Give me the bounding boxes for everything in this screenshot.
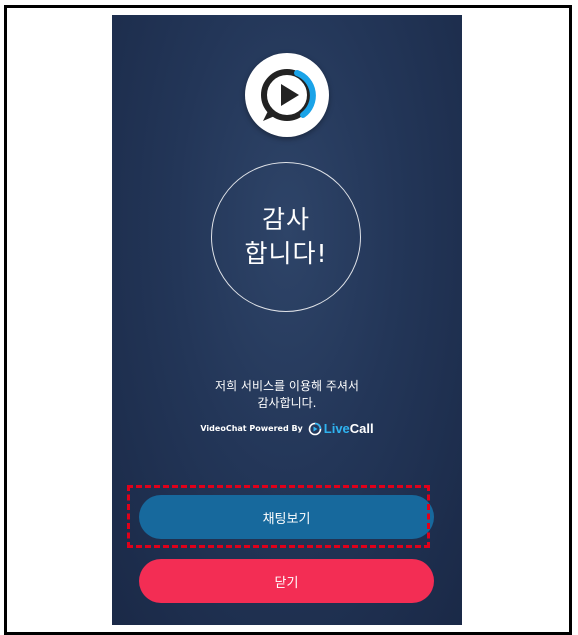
livecall-logo-icon — [308, 422, 322, 435]
brand-call-text: Call — [349, 421, 374, 436]
message-line1: 저희 서비스를 이용해 주셔서 — [215, 379, 359, 393]
close-button[interactable]: 닫기 — [139, 559, 434, 603]
message-line2: 감사합니다. — [257, 396, 317, 410]
powered-by: VideoChat Powered By Live Call — [112, 421, 462, 436]
brand-live-text: Live — [323, 421, 350, 436]
highlight-box — [127, 485, 430, 548]
thanks-title-line1: 감사 — [261, 205, 310, 234]
video-chat-logo-icon — [245, 53, 329, 137]
thank-you-message: 저희 서비스를 이용해 주셔서 감사합니다. — [112, 378, 462, 412]
thanks-title-line2: 합니다! — [244, 239, 328, 268]
powered-by-text: VideoChat Powered By — [200, 424, 303, 433]
thanks-circle: 감사 합니다! — [211, 162, 361, 312]
